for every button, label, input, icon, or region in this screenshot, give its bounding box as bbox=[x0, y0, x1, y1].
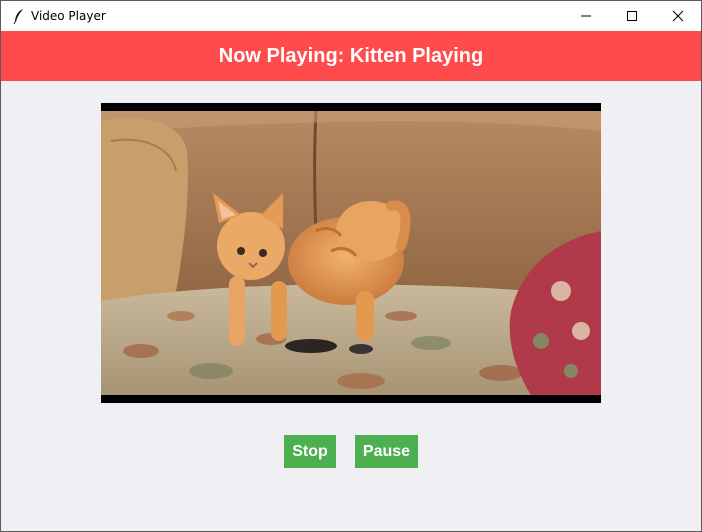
title-bar[interactable]: Video Player bbox=[1, 1, 701, 31]
pause-button[interactable]: Pause bbox=[355, 435, 418, 468]
video-player-window: Video Player Now Playing: Kitten Playing bbox=[0, 0, 702, 532]
now-playing-title: Now Playing: Kitten Playing bbox=[218, 44, 484, 67]
now-playing-banner: Now Playing: Kitten Playing bbox=[1, 31, 701, 81]
window-controls bbox=[563, 1, 701, 31]
minimize-icon[interactable] bbox=[563, 1, 609, 31]
feather-icon bbox=[9, 6, 29, 26]
maximize-icon[interactable] bbox=[609, 1, 655, 31]
window-title: Video Player bbox=[31, 9, 106, 23]
close-icon[interactable] bbox=[655, 1, 701, 31]
stop-button[interactable]: Stop bbox=[284, 435, 336, 468]
playback-controls: Stop Pause bbox=[1, 435, 701, 469]
video-display[interactable] bbox=[101, 103, 601, 403]
video-frame-image bbox=[101, 111, 601, 395]
